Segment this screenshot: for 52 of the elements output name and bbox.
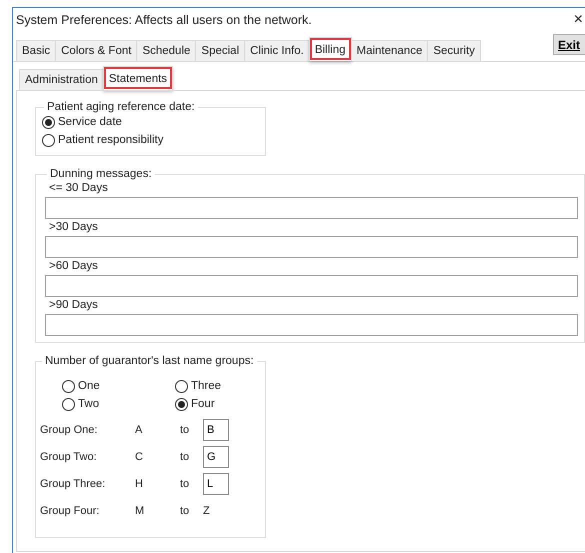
radio-circle-icon[interactable] [42,134,55,146]
to-label: to [180,504,190,518]
group-title: Patient aging reference date: [46,101,196,113]
tab[interactable]: Administration [19,69,104,90]
range-start: A [135,422,144,438]
group-label: Group Four: [40,504,100,518]
tab[interactable]: Statements [102,66,174,90]
group-title: Number of guarantor's last name groups: [44,355,255,367]
radio-circle-icon[interactable] [62,398,75,410]
input-field[interactable] [45,314,578,336]
input-field[interactable]: L [203,472,229,494]
to-label: to [180,422,190,438]
field-label: <= 30 Days [49,182,109,196]
tab[interactable]: Billing [308,37,352,61]
input-field[interactable] [45,275,578,297]
range-start: M [135,504,146,518]
radio-circle-icon[interactable] [175,398,188,410]
range-start: C [135,450,144,464]
range-start: H [135,476,144,492]
radio-button[interactable]: One [62,377,100,395]
group-label: Group Two: [40,450,98,464]
radio-circle-icon[interactable] [175,380,188,392]
input-field[interactable]: G [203,446,229,468]
to-label: to [180,450,190,464]
radio-button[interactable]: Two [62,395,100,413]
field-label: >30 Days [49,221,99,235]
input-field[interactable] [45,236,578,258]
to-label: to [180,476,190,492]
field-label: >60 Days [49,260,99,274]
radio-button[interactable]: Four [175,395,215,413]
tab[interactable]: Colors & Font [55,40,138,61]
group-title: Dunning messages: [49,168,153,180]
radio-circle-icon[interactable] [42,116,55,128]
field-label: >90 Days [49,299,99,313]
tab[interactable]: Basic [16,40,56,61]
radio-button[interactable]: Three [175,377,222,395]
group-label: Group Three: [40,476,106,492]
tab[interactable]: Clinic Info. [244,40,310,61]
radio-button[interactable]: Patient responsibility [42,131,164,149]
radio-button[interactable]: Service date [42,113,122,131]
close-icon[interactable]: × [574,11,583,29]
input-field[interactable] [45,197,578,219]
tab[interactable]: Maintenance [350,40,428,61]
window-title: System Preferences: Affects all users on the network. [16,13,312,27]
tab[interactable]: Security [427,40,481,61]
tab[interactable]: Schedule [136,40,196,61]
group-label: Group One: [40,422,98,438]
range-end: Z [203,504,211,518]
tab[interactable]: Special [195,40,246,61]
input-field[interactable]: B [203,418,229,440]
exit-button[interactable]: Exit [553,34,585,55]
radio-circle-icon[interactable] [62,380,75,392]
